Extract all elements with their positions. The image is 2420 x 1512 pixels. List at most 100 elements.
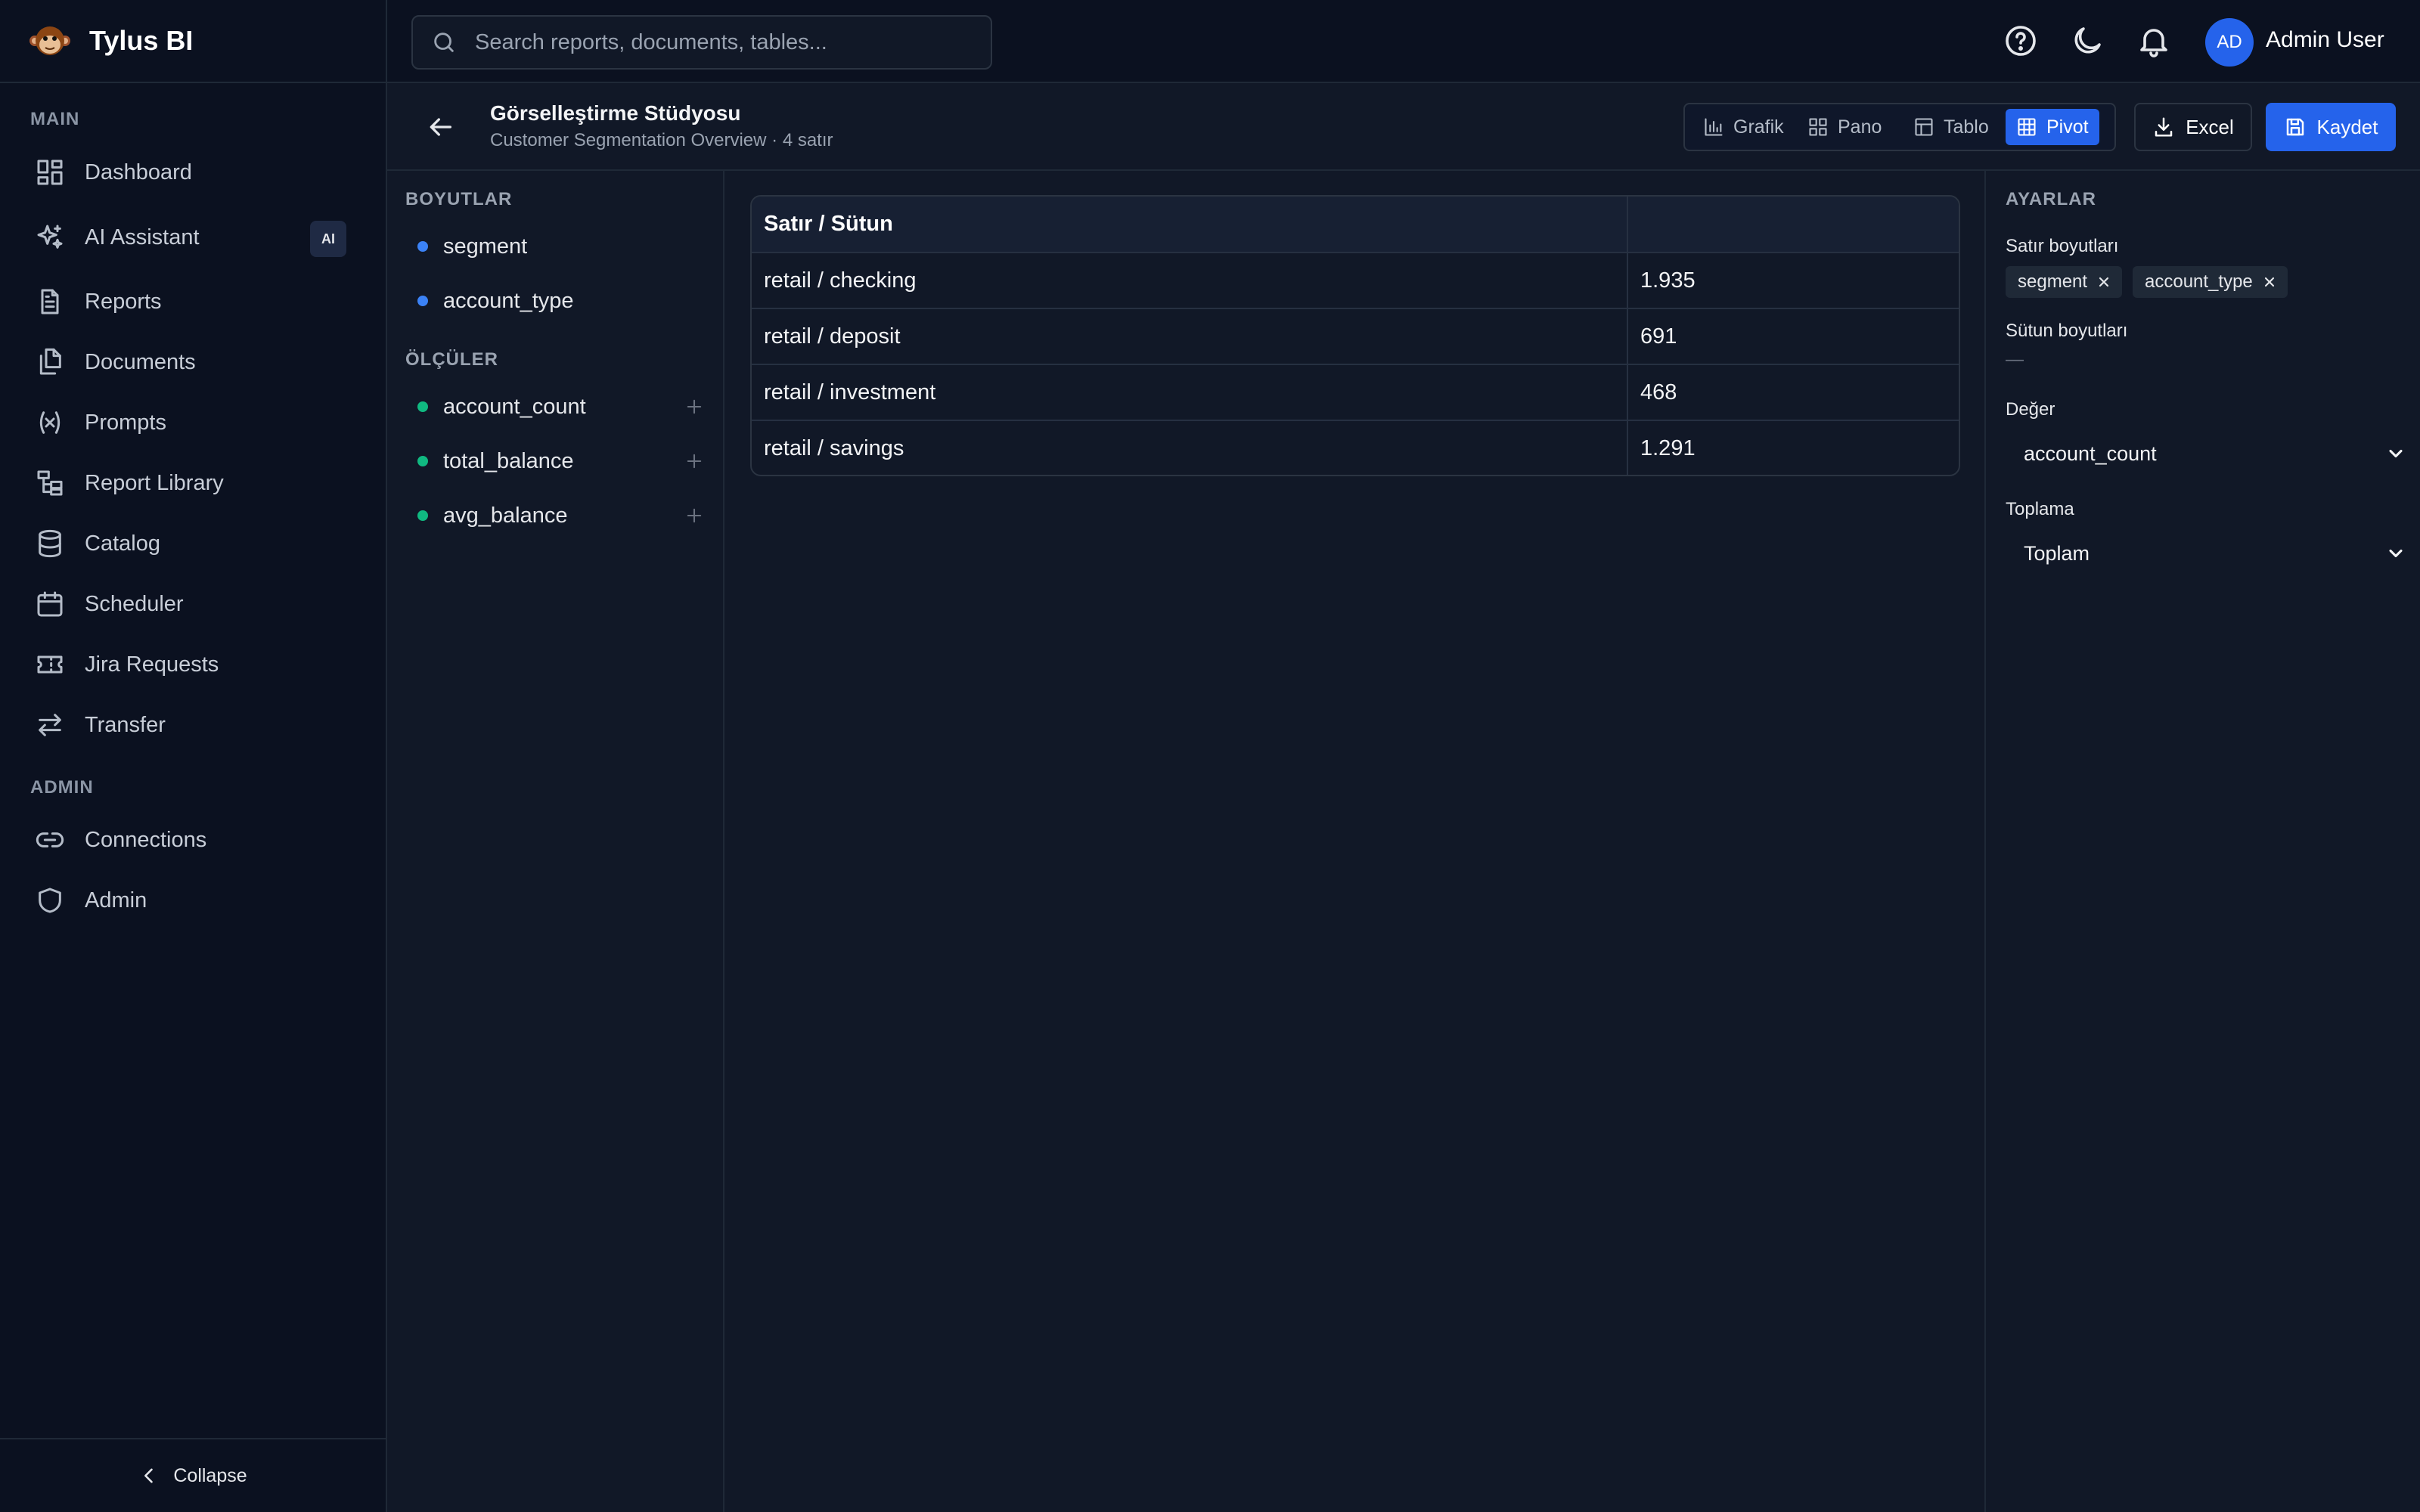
view-tab-label: Pano bbox=[1838, 116, 1882, 138]
collapse-button[interactable]: Collapse bbox=[0, 1438, 386, 1512]
dimension-label: account_type bbox=[443, 288, 574, 313]
table-row: retail / investment 468 bbox=[752, 364, 1959, 421]
page-subtitle: Customer Segmentation Overview · 4 satır bbox=[490, 130, 833, 150]
sidebar-item-ai-assistant[interactable]: AI Assistant AI bbox=[24, 213, 357, 262]
sidebar-item-dashboard[interactable]: Dashboard bbox=[24, 148, 357, 197]
aggregation-select[interactable]: Toplam bbox=[2006, 529, 2406, 578]
sidebar-item-scheduler[interactable]: Scheduler bbox=[24, 580, 357, 628]
sidebar-item-connections[interactable]: Connections bbox=[24, 816, 357, 864]
add-icon[interactable] bbox=[684, 451, 705, 472]
help-icon[interactable] bbox=[2003, 23, 2039, 59]
brand[interactable]: Tylus BI bbox=[0, 0, 386, 83]
measure-dot bbox=[417, 456, 428, 466]
pivot-table-container: Satır / Sütun retail / checking 1.935 re… bbox=[750, 195, 1960, 476]
sidebar: Tylus BI MAIN Dashboard AI Assistant AI … bbox=[0, 0, 387, 1512]
sidebar-item-label: Prompts bbox=[85, 410, 166, 435]
sidebar-item-transfer[interactable]: Transfer bbox=[24, 701, 357, 749]
link-icon bbox=[36, 832, 64, 847]
sidebar-item-label: Reports bbox=[85, 289, 162, 314]
pivot-table: Satır / Sütun retail / checking 1.935 re… bbox=[752, 197, 1959, 475]
search-box[interactable] bbox=[411, 15, 992, 70]
row-label-cell: retail / investment bbox=[752, 364, 1628, 421]
sidebar-item-label: AI Assistant bbox=[85, 225, 200, 249]
library-tree-icon bbox=[37, 470, 63, 496]
section-label-admin: ADMIN bbox=[30, 777, 94, 798]
value-select[interactable]: account_count bbox=[2006, 429, 2406, 478]
measure-item[interactable]: avg_balance bbox=[417, 493, 705, 538]
save-button[interactable]: Kaydet bbox=[2266, 103, 2396, 151]
variable-icon bbox=[39, 411, 60, 434]
sparkles-icon bbox=[37, 225, 63, 249]
dashboard-icon bbox=[37, 160, 63, 185]
database-icon bbox=[39, 529, 61, 558]
close-icon[interactable] bbox=[2096, 274, 2111, 290]
sidebar-item-label: Catalog bbox=[85, 531, 160, 556]
dimension-item[interactable]: account_type bbox=[417, 278, 705, 324]
view-tab-pano[interactable]: Pano bbox=[1797, 109, 1892, 145]
collapse-label: Collapse bbox=[173, 1464, 247, 1486]
row-label-cell: retail / deposit bbox=[752, 308, 1628, 365]
aggregation-select-text: Toplam bbox=[2024, 541, 2090, 565]
section-label-main: MAIN bbox=[30, 109, 80, 129]
sidebar-item-reports[interactable]: Reports bbox=[24, 277, 357, 326]
row-dim-chip[interactable]: segment bbox=[2006, 266, 2123, 298]
col-dims-empty: — bbox=[2006, 349, 2024, 370]
view-tab-label: Grafik bbox=[1733, 116, 1784, 138]
sidebar-item-label: Admin bbox=[85, 888, 147, 912]
value-cell: 691 bbox=[1627, 308, 1959, 365]
close-icon[interactable] bbox=[2262, 274, 2277, 290]
measures-heading: ÖLÇÜLER bbox=[405, 349, 498, 370]
measure-label: avg_balance bbox=[443, 503, 568, 528]
add-icon[interactable] bbox=[684, 396, 705, 417]
view-tab-tablo[interactable]: Tablo bbox=[1903, 109, 2000, 145]
measure-dot bbox=[417, 401, 428, 412]
bar-chart-icon bbox=[1705, 118, 1723, 136]
dimension-dot bbox=[417, 241, 428, 252]
sidebar-item-documents[interactable]: Documents bbox=[24, 338, 357, 386]
view-tab-label: Pivot bbox=[2046, 116, 2089, 138]
column-header: Satır / Sütun bbox=[752, 197, 1628, 253]
measure-dot bbox=[417, 510, 428, 521]
monkey-logo-icon bbox=[29, 26, 70, 55]
value-cell: 468 bbox=[1627, 364, 1959, 421]
excel-export-button[interactable]: Excel bbox=[2134, 103, 2252, 151]
search-input[interactable] bbox=[475, 29, 974, 55]
top-bar: AD Admin User bbox=[387, 0, 2420, 83]
user-name[interactable]: Admin User bbox=[2266, 27, 2384, 53]
row-label-cell: retail / savings bbox=[752, 420, 1628, 475]
sidebar-item-label: Dashboard bbox=[85, 160, 192, 184]
moon-icon[interactable] bbox=[2069, 23, 2105, 59]
ai-badge: AI bbox=[310, 221, 346, 257]
value-cell: 1.291 bbox=[1640, 436, 1696, 460]
dimension-item[interactable]: segment bbox=[417, 224, 705, 269]
sidebar-item-prompts[interactable]: Prompts bbox=[24, 398, 357, 447]
sidebar-item-report-library[interactable]: Report Library bbox=[24, 459, 357, 507]
settings-panel: AYARLAR Satır boyutları segment account_… bbox=[1984, 171, 2420, 1512]
sidebar-item-label: Jira Requests bbox=[85, 652, 219, 677]
sidebar-item-label: Scheduler bbox=[85, 591, 184, 616]
table-header-row: Satır / Sütun bbox=[752, 197, 1959, 253]
measure-label: account_count bbox=[443, 394, 586, 419]
bell-icon[interactable] bbox=[2136, 23, 2172, 59]
view-tab-grafik[interactable]: Grafik bbox=[1692, 109, 1795, 145]
table-row: retail / deposit 691 bbox=[752, 308, 1959, 365]
avatar[interactable]: AD bbox=[2205, 18, 2254, 67]
sidebar-item-admin[interactable]: Admin bbox=[24, 876, 357, 925]
add-icon[interactable] bbox=[684, 505, 705, 526]
view-tab-pivot[interactable]: Pivot bbox=[2006, 109, 2099, 145]
measure-item[interactable]: total_balance bbox=[417, 438, 705, 484]
value-cell: 1.935 bbox=[1627, 253, 1959, 309]
row-dim-chip[interactable]: account_type bbox=[2133, 266, 2288, 298]
back-arrow-icon[interactable] bbox=[425, 112, 455, 142]
excel-label: Excel bbox=[2186, 115, 2234, 138]
shield-icon bbox=[39, 888, 61, 913]
sidebar-item-jira-requests[interactable]: Jira Requests bbox=[24, 640, 357, 689]
page-title: Görselleştirme Stüdyosu bbox=[490, 101, 741, 125]
download-icon bbox=[2155, 117, 2173, 137]
measure-item[interactable]: account_count bbox=[417, 384, 705, 429]
transfer-icon bbox=[39, 714, 61, 736]
sidebar-item-label: Report Library bbox=[85, 470, 224, 495]
brand-name: Tylus BI bbox=[89, 25, 194, 56]
table-row: retail / checking 1.935 bbox=[752, 253, 1959, 309]
sidebar-item-catalog[interactable]: Catalog bbox=[24, 519, 357, 568]
